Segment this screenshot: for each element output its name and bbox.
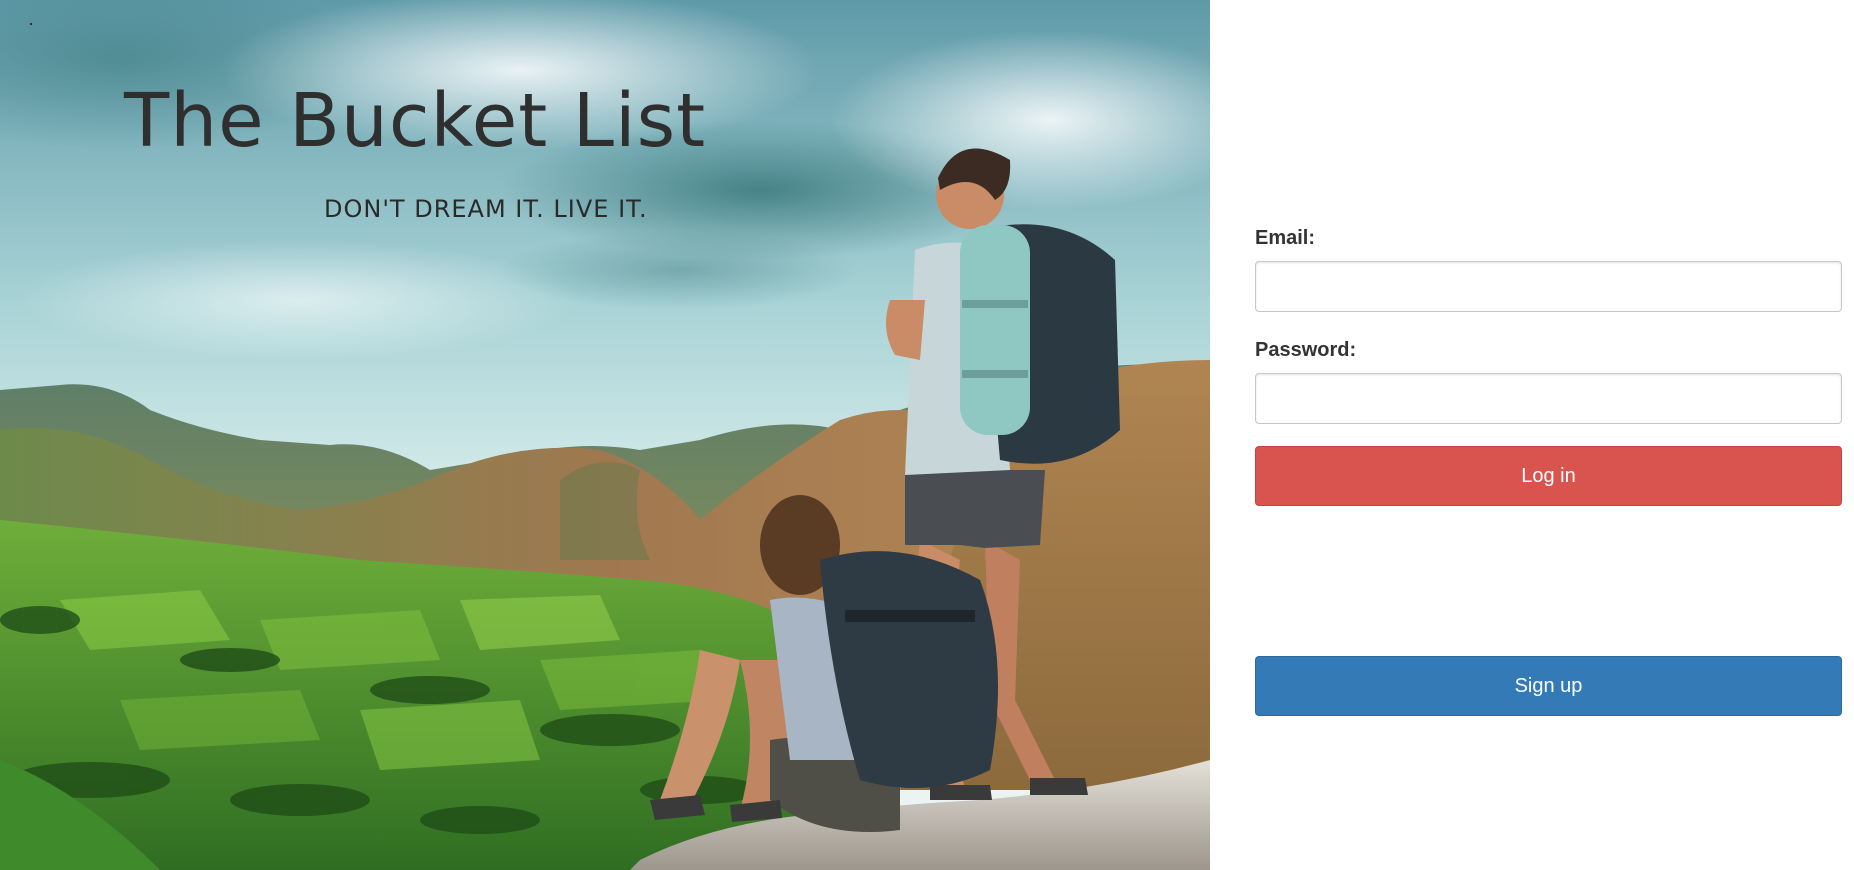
tiny-dot [30,23,32,25]
email-label: Email: [1255,227,1316,249]
hero-image: The Bucket List DON'T DREAM IT. LIVE IT. [0,0,1210,870]
password-label: Password: [1255,339,1357,361]
login-form: Email: Password: Log in Sign up [1255,0,1842,870]
app-title: The Bucket List [124,78,707,164]
password-field[interactable] [1255,373,1842,424]
login-button[interactable]: Log in [1255,446,1842,506]
page: The Bucket List DON'T DREAM IT. LIVE IT.… [0,0,1854,870]
email-field[interactable] [1255,261,1842,312]
signup-button[interactable]: Sign up [1255,656,1842,716]
app-tagline: DON'T DREAM IT. LIVE IT. [324,195,648,223]
